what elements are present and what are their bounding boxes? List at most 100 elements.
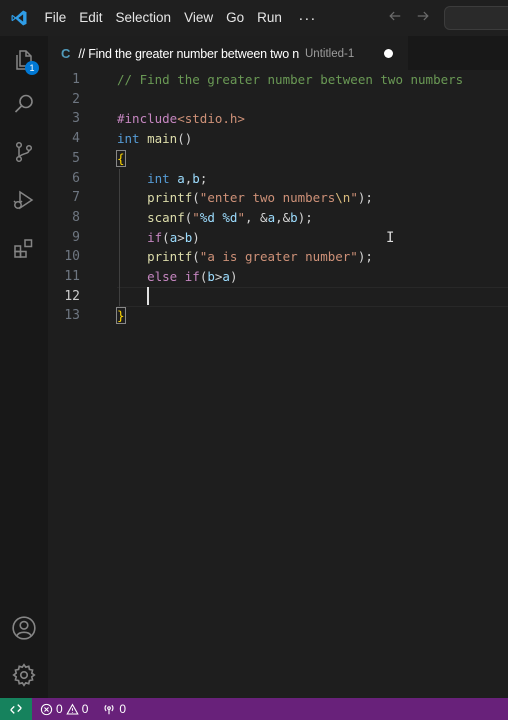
code-editor[interactable]: 1 2 3 4 5 6 7 8 9 10 11 12 13 // Find the greater nu… — [48, 70, 508, 698]
line-number: 3 — [72, 111, 80, 127]
code-token: \n — [335, 190, 351, 206]
code-line[interactable]: } — [116, 306, 126, 326]
line-number: 4 — [72, 131, 80, 147]
line-number: 12 — [64, 288, 80, 304]
code-token: " — [237, 209, 245, 225]
vscode-logo-icon — [0, 0, 38, 36]
forward-arrow-icon[interactable] — [416, 9, 430, 27]
code-area[interactable]: // Find the greater number between two n… — [116, 70, 508, 698]
code-line[interactable]: printf("a is greater number"); — [117, 247, 373, 267]
settings-gear-icon[interactable] — [0, 653, 48, 697]
line-number: 1 — [72, 72, 80, 87]
code-token: ); — [357, 190, 373, 206]
line-number: 5 — [72, 150, 80, 166]
menu-file[interactable]: File — [38, 0, 73, 36]
code-line[interactable]: printf("enter two numbers\n"); — [117, 188, 373, 208]
line-number: 9 — [72, 229, 80, 245]
code-token: ); — [297, 209, 313, 225]
tab-description: Untitled-1 — [305, 47, 355, 60]
c-language-icon: C — [61, 46, 71, 61]
menu-view[interactable]: View — [178, 0, 220, 36]
status-bar: 0 0 0 — [0, 698, 508, 720]
code-token: else — [147, 269, 178, 284]
code-token: a — [222, 269, 230, 284]
code-token: #include — [117, 111, 178, 127]
code-token: , & — [244, 209, 268, 225]
code-token: ( — [162, 229, 170, 245]
code-token: printf — [147, 190, 193, 206]
code-token: scanf — [147, 209, 185, 225]
remote-indicator-icon[interactable] — [0, 698, 32, 720]
error-count: 0 — [56, 702, 63, 716]
unsaved-dot-icon[interactable] — [384, 49, 393, 58]
code-token: if — [147, 229, 163, 245]
broadcast-icon — [104, 704, 114, 715]
code-token: > — [177, 229, 185, 245]
code-token: printf — [147, 249, 193, 265]
code-line[interactable]: { — [116, 149, 126, 169]
code-token: ) — [229, 269, 238, 284]
code-token: { — [116, 149, 126, 167]
code-line[interactable]: scanf("%d %d", &a,&b); — [117, 208, 313, 228]
line-number: 2 — [72, 91, 80, 107]
line-number: 11 — [64, 269, 80, 284]
error-icon — [40, 703, 53, 715]
code-token: // Find the greater number between two n… — [117, 72, 464, 87]
line-number: 13 — [64, 308, 80, 324]
code-token: int — [147, 170, 170, 186]
code-token: b — [290, 209, 298, 225]
code-token: <stdio.h> — [177, 111, 245, 127]
code-token: ); — [357, 249, 373, 265]
code-token: if — [184, 269, 200, 284]
line-number: 7 — [72, 190, 80, 206]
tab-bar: C // Find the greater number between two… — [48, 36, 508, 70]
menu-edit[interactable]: Edit — [73, 0, 109, 36]
code-line[interactable]: if(a>b) — [117, 228, 200, 248]
menu-bar: File Edit Selection View Go Run ··· — [38, 0, 326, 36]
code-token: ; — [199, 170, 208, 186]
code-token: "enter two numbers — [199, 190, 336, 206]
code-line[interactable]: int main() — [117, 129, 192, 149]
problems-indicator[interactable]: 0 0 — [40, 702, 88, 716]
menu-go[interactable]: Go — [220, 0, 251, 36]
code-token: b — [207, 269, 215, 284]
code-line[interactable]: int a,b; — [117, 169, 207, 189]
code-token: "a is greater number" — [199, 249, 358, 265]
text-caret — [147, 287, 150, 306]
code-token: ,& — [275, 209, 291, 225]
account-icon[interactable] — [0, 606, 48, 650]
line-number-gutter: 1 2 3 4 5 6 7 8 9 10 11 12 13 — [48, 70, 96, 698]
ports-indicator[interactable]: 0 — [102, 702, 126, 716]
menu-more-icon[interactable]: ··· — [288, 10, 326, 27]
code-token: ( — [192, 190, 200, 206]
code-line[interactable]: else if(b>a) — [117, 267, 237, 287]
navigation-controls — [388, 0, 430, 36]
code-token: b — [192, 170, 200, 186]
warning-count: 0 — [81, 702, 89, 716]
command-center-search[interactable] — [444, 6, 508, 30]
line-number: 6 — [72, 170, 80, 186]
back-arrow-icon[interactable] — [388, 9, 402, 27]
menu-selection[interactable]: Selection — [109, 0, 178, 36]
code-token: int — [117, 131, 140, 147]
code-token: ) — [192, 229, 200, 245]
code-token: a — [177, 170, 185, 186]
ports-count: 0 — [119, 702, 127, 716]
line-number: 8 — [72, 209, 80, 225]
editor-tab-untitled-1[interactable]: C // Find the greater number between two… — [48, 36, 408, 70]
menu-run[interactable]: Run — [251, 0, 289, 36]
code-line[interactable]: // Find the greater number between two n… — [117, 70, 463, 90]
explorer-badge: 1 — [25, 61, 39, 75]
code-line[interactable]: #include<stdio.h> — [117, 109, 245, 129]
code-line[interactable] — [117, 287, 150, 307]
title-bar: File Edit Selection View Go Run ··· — [0, 0, 508, 36]
code-token: main — [147, 131, 178, 147]
code-token: %d %d — [199, 209, 238, 225]
